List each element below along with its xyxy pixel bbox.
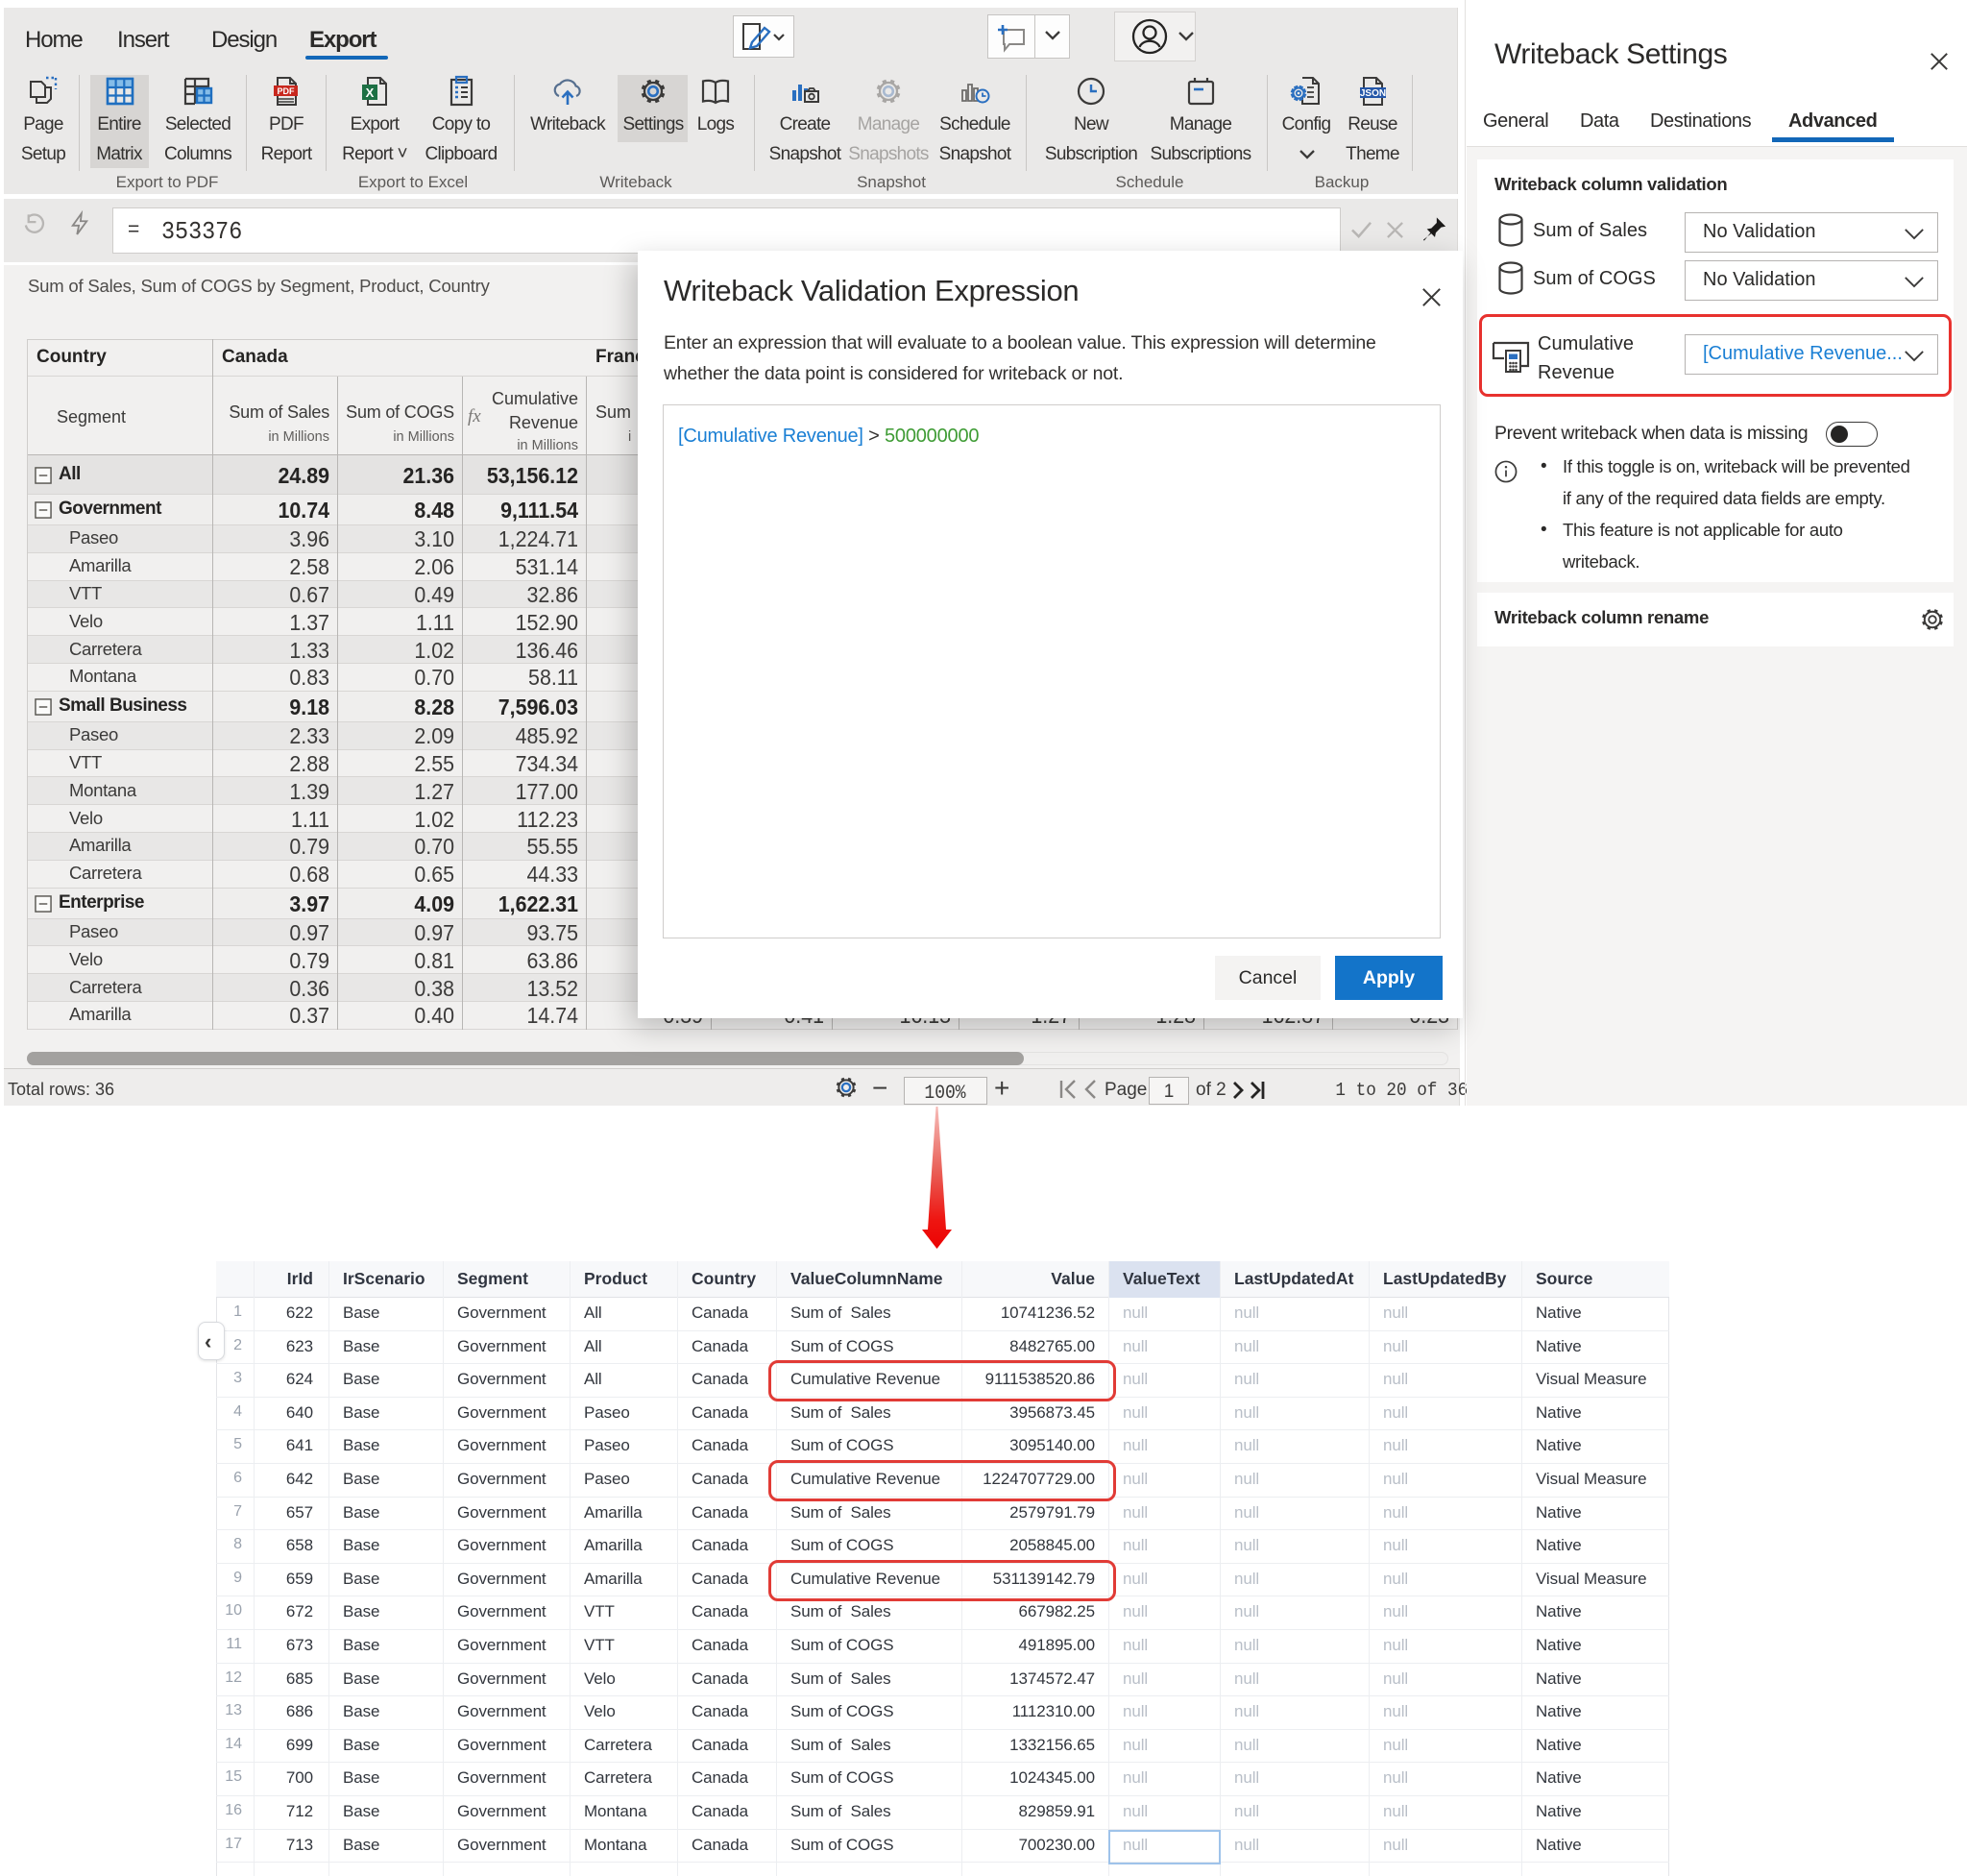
svg-text:JSON: JSON	[1360, 88, 1386, 99]
svg-text:X: X	[366, 85, 375, 100]
svg-text:PDF: PDF	[278, 86, 296, 96]
